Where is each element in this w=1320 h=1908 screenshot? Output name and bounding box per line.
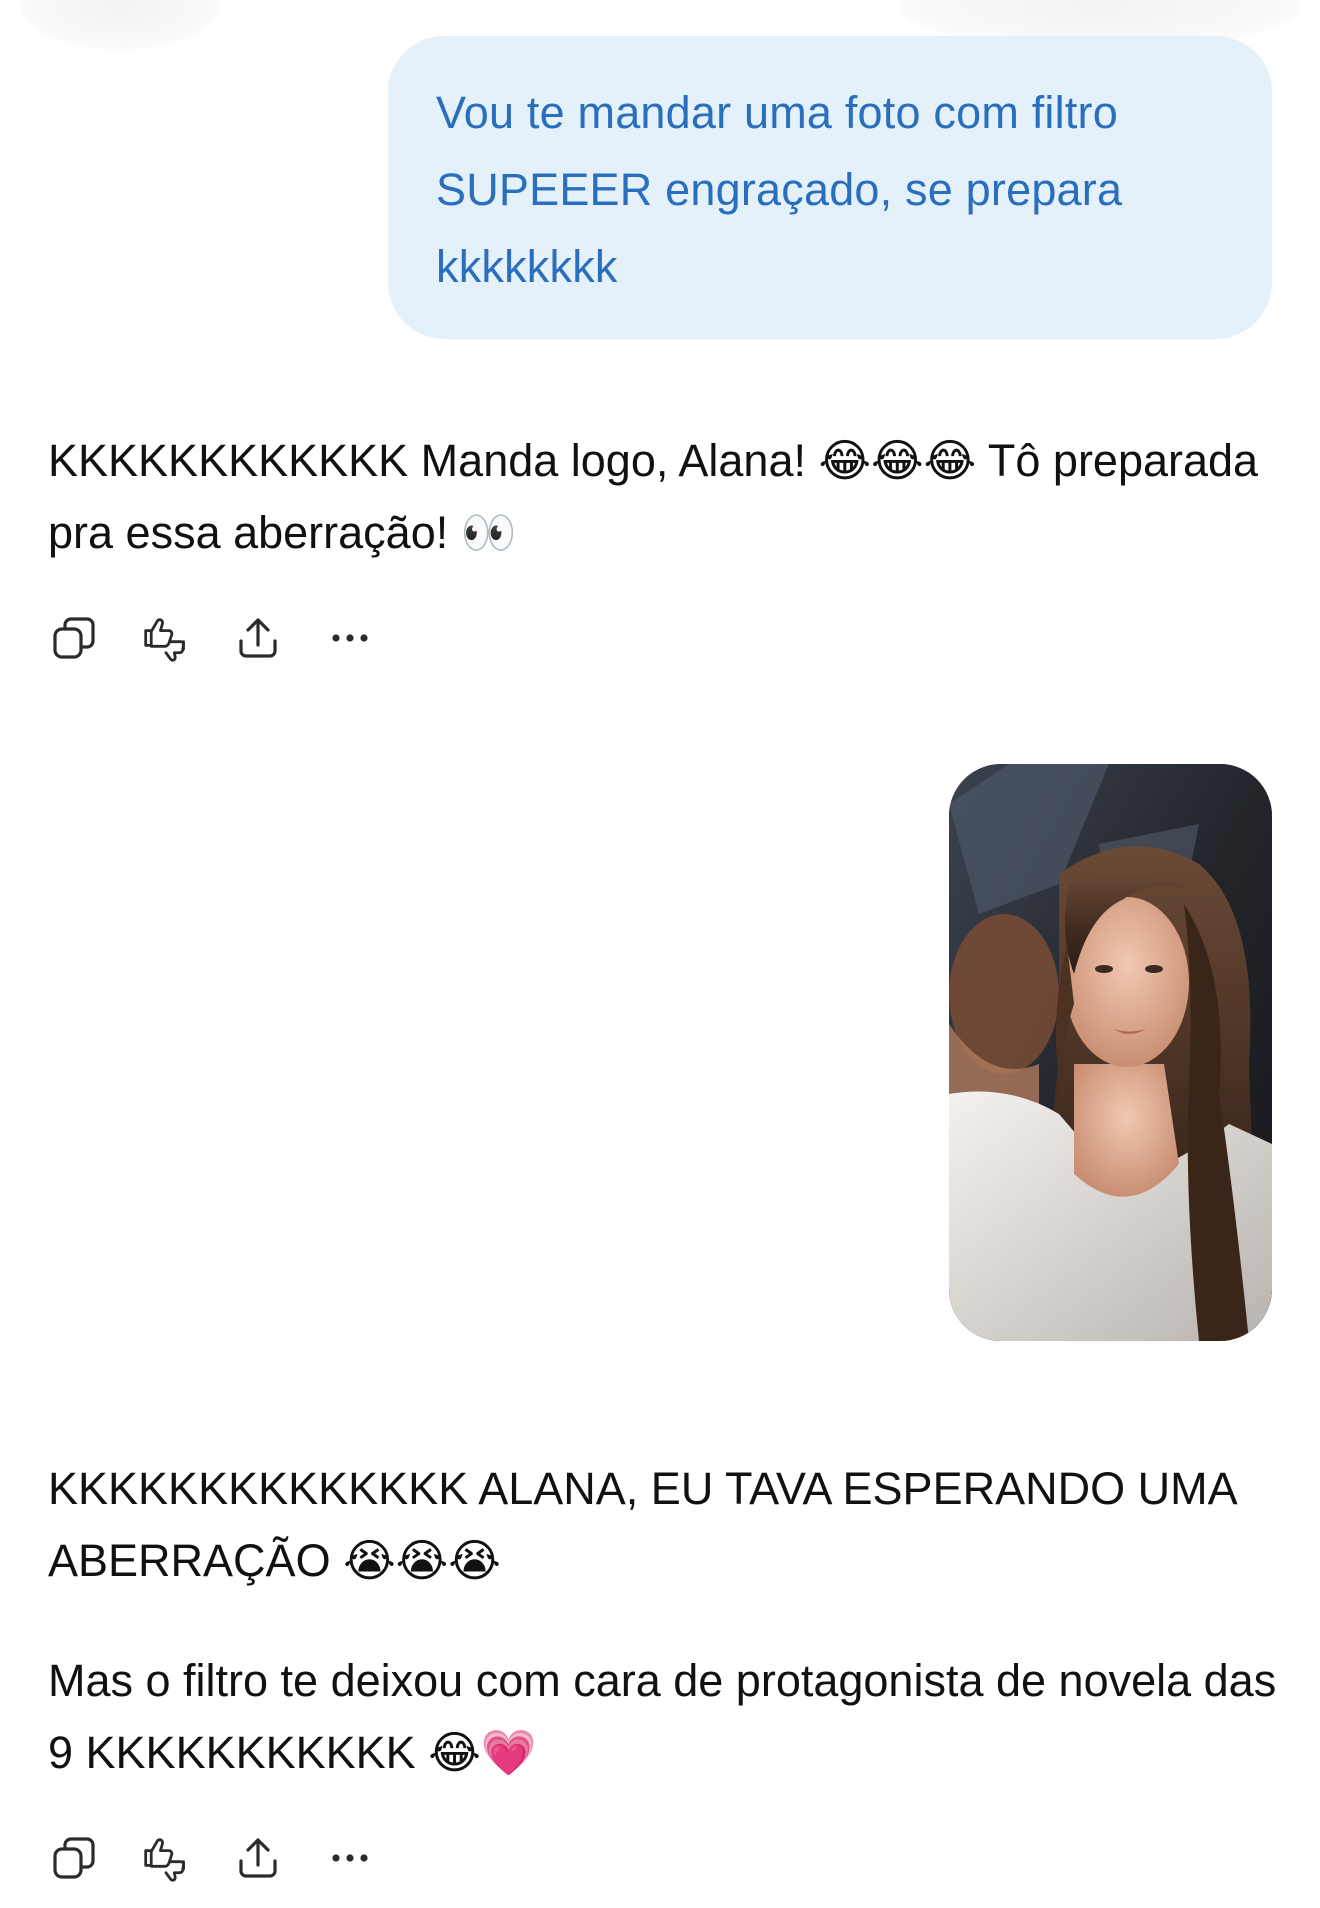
user-message-text: Vou te mandar uma foto com filtro SUPEEE… [436,87,1123,292]
more-icon[interactable] [326,614,374,662]
assistant-message: KKKKKKKKKKKKKK ALANA, EU TAVA ESPERANDO … [48,1453,1278,1789]
assistant-message-paragraph: Mas o filtro te deixou com cara de prota… [48,1655,1277,1778]
thumbs-feedback-icon[interactable] [142,1834,190,1882]
message-actions [50,1830,374,1886]
share-icon[interactable] [234,1834,282,1882]
more-icon[interactable] [326,1834,374,1882]
assistant-message-text: KKKKKKKKKKKK Manda logo, Alana! 😂😂😂 Tô p… [48,435,1259,558]
message-actions [50,610,374,666]
assistant-message: KKKKKKKKKKKK Manda logo, Alana! 😂😂😂 Tô p… [48,425,1278,569]
share-icon[interactable] [234,614,282,662]
copy-icon[interactable] [50,1834,98,1882]
thumbs-feedback-icon[interactable] [142,614,190,662]
assistant-message-paragraph: KKKKKKKKKKKKKK ALANA, EU TAVA ESPERANDO … [48,1463,1236,1586]
user-photo-attachment[interactable] [949,764,1272,1341]
photo-image [949,764,1272,1341]
scroll-shadow [20,0,220,50]
copy-icon[interactable] [50,614,98,662]
user-message-bubble: Vou te mandar uma foto com filtro SUPEEE… [388,36,1272,339]
